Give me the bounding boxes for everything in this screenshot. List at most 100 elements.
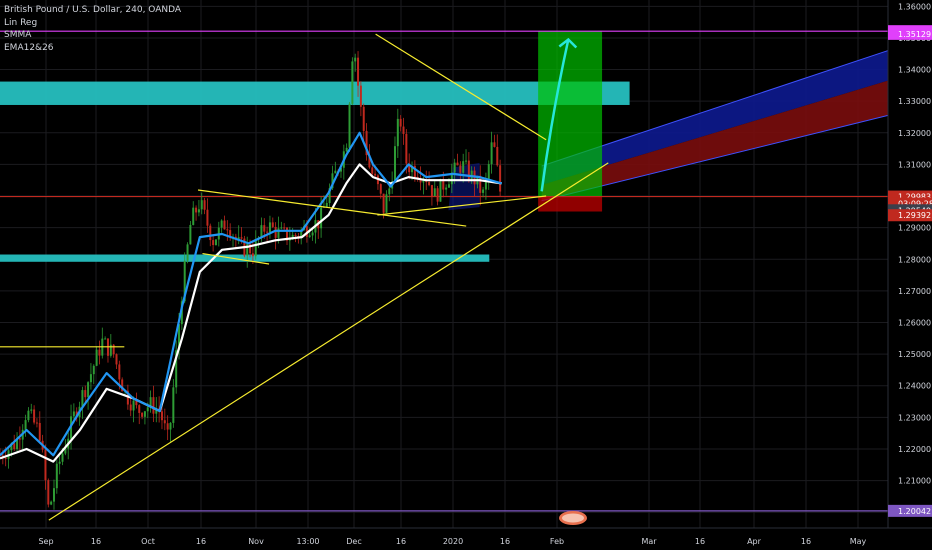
candle-body [38, 422, 41, 441]
x-tick-label[interactable]: 16 [801, 537, 811, 546]
y-tick-label[interactable]: 1.25000 [898, 350, 931, 359]
candle-body [27, 410, 30, 421]
y-tick-label[interactable]: 1.34000 [898, 66, 931, 75]
x-tick-label[interactable]: 16 [695, 537, 705, 546]
x-tick-label[interactable]: 2020 [443, 537, 463, 546]
candle-body [223, 220, 226, 230]
candle-body [499, 165, 502, 192]
candle-body [453, 162, 456, 173]
y-tick-label[interactable]: 1.23000 [898, 413, 931, 422]
candle-body [254, 239, 257, 257]
candle-body [385, 194, 388, 213]
candle-body [129, 404, 132, 411]
candle-body [482, 189, 485, 193]
y-tick-label[interactable]: 1.32000 [898, 129, 931, 138]
candle-body [92, 365, 95, 375]
candle-body [334, 170, 337, 174]
candle-body [308, 235, 311, 237]
x-tick-label[interactable]: Sep [38, 537, 53, 546]
y-tick-label[interactable]: 1.24000 [898, 382, 931, 391]
candle-body [496, 146, 499, 166]
candle-body [371, 167, 374, 174]
x-tick-label[interactable]: Apr [747, 537, 762, 546]
x-tick-label[interactable]: Dec [346, 537, 361, 546]
y-tick-label[interactable]: 1.27000 [898, 287, 931, 296]
candle-body [50, 501, 53, 505]
x-tick-label[interactable]: Nov [248, 537, 264, 546]
y-tick-label[interactable]: 1.26000 [898, 318, 931, 327]
candle-body [251, 253, 254, 257]
candle-body [95, 349, 98, 366]
candle-body [456, 162, 459, 166]
candle-body [274, 226, 277, 238]
candle-body [163, 420, 166, 424]
x-tick-label[interactable]: 16 [396, 537, 406, 546]
candle-body [428, 181, 431, 186]
x-tick-label[interactable]: Mar [641, 537, 657, 546]
y-tick-label[interactable]: 1.33000 [898, 97, 931, 106]
candle-body [98, 349, 101, 356]
x-tick-label[interactable]: May [850, 537, 867, 546]
y-tick-label[interactable]: 1.29000 [898, 224, 931, 233]
candle-body [89, 374, 92, 383]
candle-body [379, 184, 382, 194]
indicator-smma[interactable]: SMMA [4, 29, 181, 42]
candle-body [465, 160, 468, 162]
candle-body [169, 422, 172, 430]
price-chart[interactable]: 1.360001.350001.340001.330001.320001.310… [0, 0, 932, 550]
x-tick-label[interactable]: Feb [550, 537, 564, 546]
candle-body [393, 146, 396, 182]
candle-body [44, 449, 47, 481]
candle-body [192, 207, 195, 225]
candle-body [87, 382, 90, 398]
price-label-text: 1.35129 [898, 30, 931, 39]
candle-body [294, 234, 297, 237]
candle-body [209, 225, 212, 241]
candle-body [320, 207, 323, 229]
candle-body [104, 338, 107, 340]
candle-body [382, 193, 385, 213]
y-tick-label[interactable]: 1.36000 [898, 2, 931, 11]
x-tick-label[interactable]: 16 [500, 537, 510, 546]
candle-body [493, 142, 496, 147]
candle-body [186, 244, 189, 261]
long-position-profit-zone[interactable] [538, 31, 603, 197]
candle-body [226, 229, 229, 231]
support-zone[interactable] [0, 81, 630, 105]
x-tick-label[interactable]: Oct [141, 537, 155, 546]
candle-body [195, 207, 198, 213]
candle-body [197, 209, 200, 213]
y-tick-label[interactable]: 1.28000 [898, 255, 931, 264]
candle-body [35, 422, 38, 424]
candle-body [55, 463, 58, 489]
price-label-text: 1.29392 [898, 211, 931, 220]
y-tick-label[interactable]: 1.22000 [898, 445, 931, 454]
candle-body [271, 222, 274, 227]
x-tick-label[interactable]: 16 [91, 537, 101, 546]
candle-body [81, 390, 84, 407]
long-position-tool[interactable] [538, 31, 603, 212]
candle-body [263, 225, 266, 232]
y-tick-label[interactable]: 1.21000 [898, 477, 931, 486]
long-position-stop-zone[interactable] [538, 196, 603, 212]
x-tick-label[interactable]: 16 [196, 537, 206, 546]
candle-body [4, 457, 7, 459]
candle-body [146, 407, 149, 412]
candle-body [112, 344, 115, 355]
candle-body [72, 411, 75, 417]
candle-body [348, 103, 351, 148]
candle-body [487, 164, 490, 180]
candle-body [115, 354, 118, 365]
candle-body [283, 227, 286, 229]
tradingview-logo-icon[interactable] [559, 511, 587, 525]
candle-body [311, 232, 314, 236]
x-tick-label[interactable]: 13:00 [296, 537, 319, 546]
candle-body [172, 387, 175, 423]
candle-body [220, 220, 223, 228]
indicator-linreg[interactable]: Lin Reg [4, 17, 181, 30]
candle-body [61, 453, 64, 462]
y-tick-label[interactable]: 1.31000 [898, 160, 931, 169]
candle-body [351, 61, 354, 104]
indicator-ema[interactable]: EMA12&26 [4, 42, 181, 55]
candle-body [396, 118, 399, 147]
